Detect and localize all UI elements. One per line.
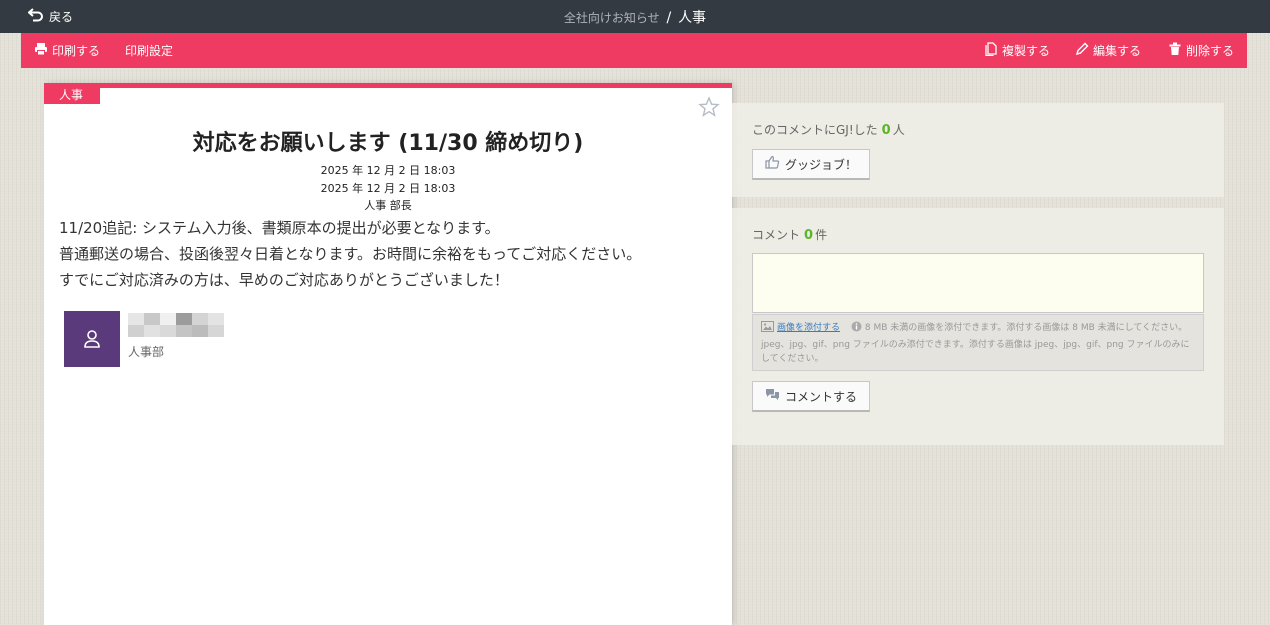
category-tag: 人事 (44, 88, 100, 104)
top-bar: 戻る 全社向けお知らせ / 人事 (0, 0, 1270, 33)
duplicate-button[interactable]: 複製する (984, 42, 1051, 59)
delete-button[interactable]: 削除する (1168, 42, 1235, 59)
edit-button[interactable]: 編集する (1075, 42, 1142, 59)
article-body: 11/20追記: システム入力後、書類原本の提出が必要となります。 普通郵送の場… (59, 215, 719, 293)
author-name-redacted (128, 313, 224, 337)
print-label: 印刷する (52, 44, 101, 58)
duplicate-label: 複製する (1002, 44, 1051, 58)
print-settings-label: 印刷設定 (125, 44, 174, 58)
gj-label-prefix: このコメントにGJ!した (752, 123, 878, 137)
print-settings-button[interactable]: 印刷設定 (125, 43, 173, 58)
breadcrumb-separator: / (666, 10, 672, 26)
gj-count-label: このコメントにGJ!した 0 人 (752, 121, 905, 138)
comment-submit-label: コメントする (785, 389, 858, 404)
comment-count-label: コメント 0 件 (752, 226, 827, 243)
attach-area: 画像を添付する 8 MB 未満の画像を添付できます。添付する画像は 8 MB 未… (752, 314, 1204, 371)
delete-label: 削除する (1186, 44, 1235, 58)
breadcrumb: 全社向けお知らせ / 人事 (0, 7, 1270, 27)
good-job-label: グッジョブ！ (785, 157, 858, 172)
breadcrumb-current: 人事 (678, 10, 707, 26)
action-bar: 印刷する 印刷設定 複製する 編集する 削除する (21, 33, 1247, 68)
author-department: 人事部 (128, 345, 165, 359)
body-line: 11/20追記: システム入力後、書類原本の提出が必要となります。 (59, 219, 500, 237)
author-info: 人事部 (128, 311, 224, 367)
comment-label-prefix: コメント (752, 228, 801, 242)
comment-bubbles-icon (765, 387, 780, 405)
printer-icon (34, 42, 48, 59)
image-icon (761, 321, 774, 338)
breadcrumb-parent[interactable]: 全社向けお知らせ (564, 11, 660, 25)
gj-panel: このコメントにGJ!した 0 人 グッジョブ！ (732, 103, 1224, 197)
comment-input[interactable] (752, 253, 1204, 313)
sender-name: 人事 部長 (364, 199, 412, 212)
comment-count: 0 (804, 228, 814, 243)
updated-date: 2025 年 12 月 2 日 18:03 (320, 182, 456, 195)
article-card: 人事 対応をお願いします (11/30 締め切り) 2025 年 12 月 2 … (44, 83, 732, 625)
print-button[interactable]: 印刷する (34, 43, 100, 58)
pencil-icon (1075, 42, 1089, 59)
star-icon[interactable] (698, 96, 720, 118)
user-icon (84, 330, 100, 348)
thumbs-up-icon (765, 155, 780, 173)
gj-count: 0 (881, 123, 891, 138)
trash-icon (1168, 42, 1182, 59)
good-job-button[interactable]: グッジョブ！ (752, 149, 870, 180)
comment-submit-button[interactable]: コメントする (752, 381, 870, 412)
comment-label-suffix: 件 (815, 228, 828, 242)
author-block: 人事部 (64, 311, 224, 367)
body-line: すでにご対応済みの方は、早めのご対応ありがとうございました！ (59, 271, 509, 289)
comment-panel: コメント 0 件 画像を添付する 8 MB 未満の画像を添付できます。添付する画像は… (732, 208, 1224, 445)
avatar[interactable] (64, 311, 120, 367)
gj-label-suffix: 人 (892, 123, 905, 137)
info-icon (851, 321, 862, 338)
created-date: 2025 年 12 月 2 日 18:03 (320, 164, 456, 177)
copy-icon (984, 42, 998, 59)
article-title: 対応をお願いします (11/30 締め切り) (192, 131, 584, 156)
body-line: 普通郵送の場合、投函後翌々日着となります。お時間に余裕をもってご対応ください。 (59, 245, 642, 263)
edit-label: 編集する (1093, 44, 1142, 58)
attach-image-link[interactable]: 画像を添付する (777, 323, 840, 333)
